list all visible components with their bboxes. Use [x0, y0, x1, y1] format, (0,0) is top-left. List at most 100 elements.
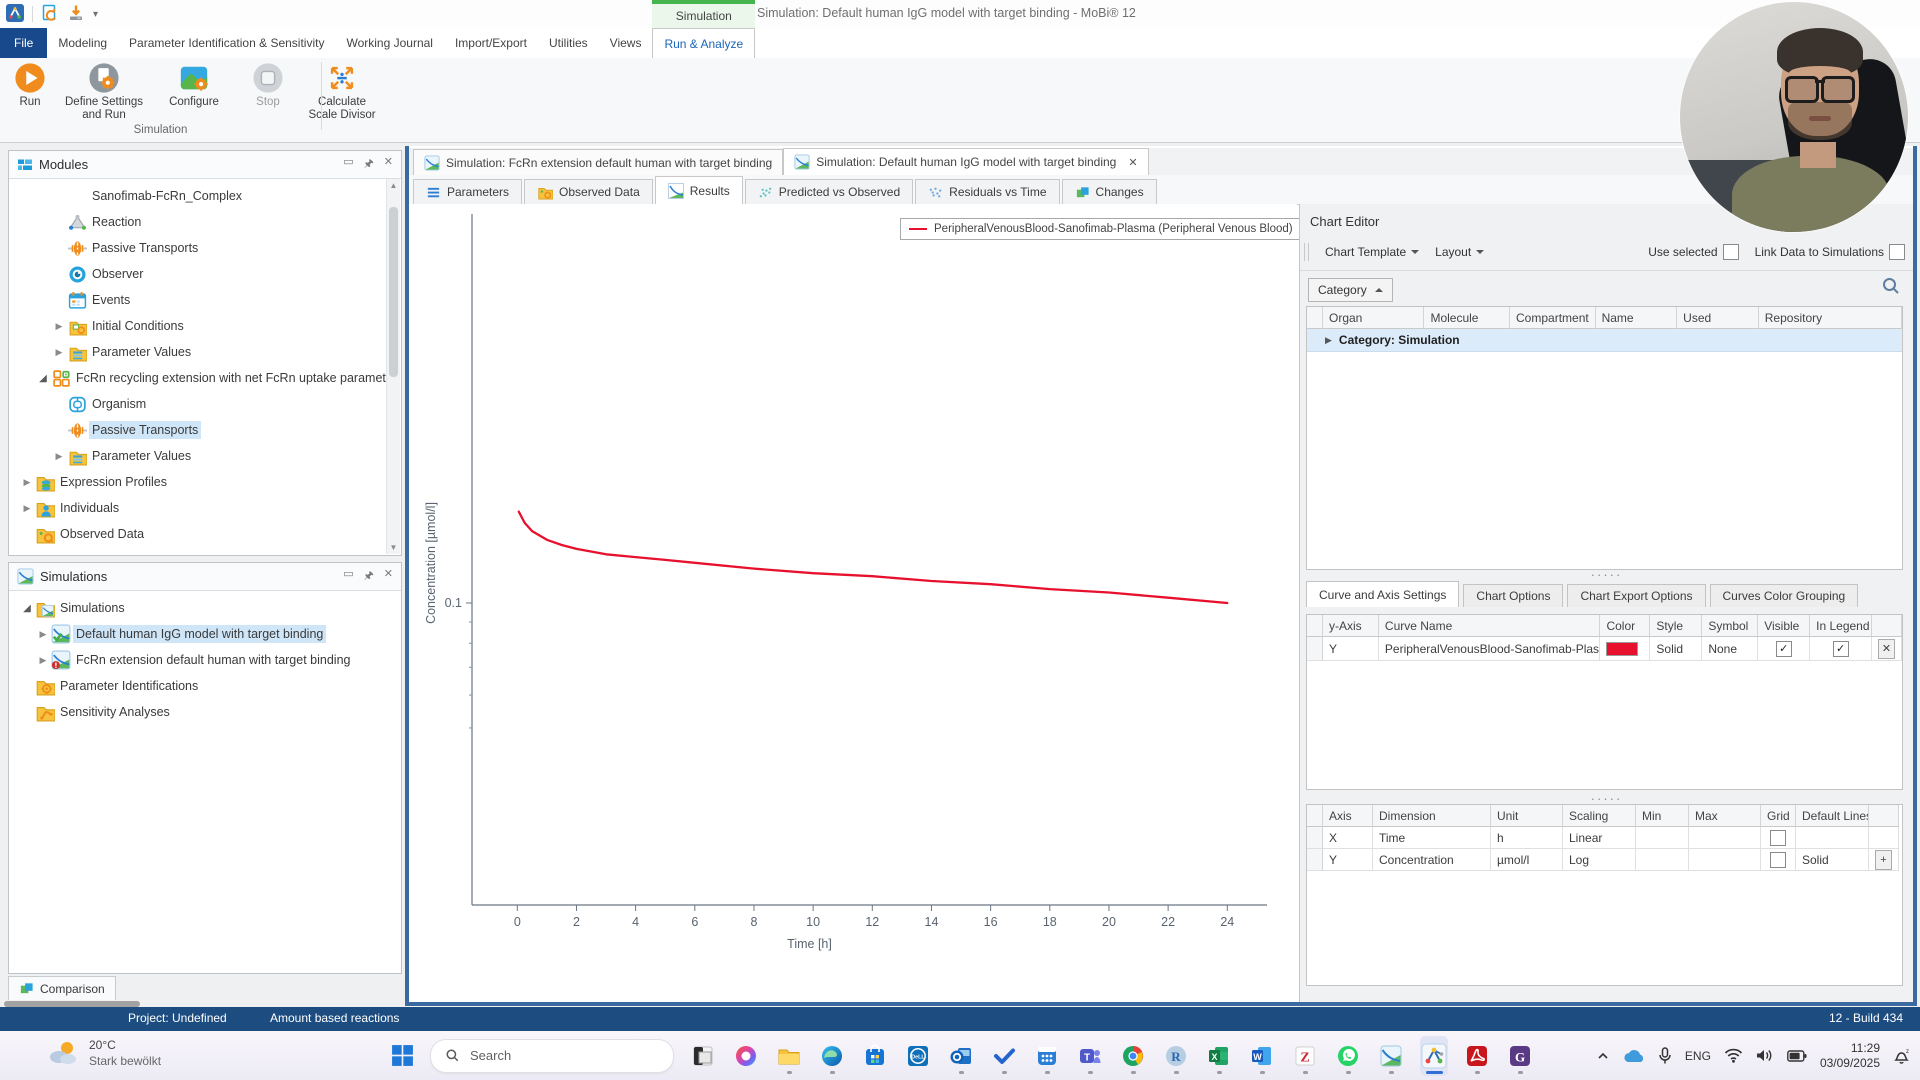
taskbar-app-mobi[interactable] — [1420, 1035, 1448, 1076]
taskbar-app-r-app[interactable]: R — [1162, 1036, 1190, 1076]
tree-item[interactable]: ◢ Simulations — [9, 595, 401, 621]
tree-item[interactable]: ▶ Initial Conditions — [9, 313, 401, 339]
ribbon-tab-file[interactable]: File — [0, 28, 48, 58]
taskbar-search-box[interactable]: Search — [430, 1038, 674, 1073]
collapse-icon[interactable]: ◢ — [37, 373, 49, 384]
color-swatch[interactable] — [1606, 641, 1639, 656]
tree-item[interactable]: ▶ Parameter Values — [9, 339, 401, 365]
axis-row[interactable]: X Time h Linear — [1307, 827, 1902, 849]
tree-item[interactable]: Reaction — [9, 209, 401, 235]
document-tab[interactable]: Simulation: FcRn extension default human… — [413, 149, 784, 175]
expand-icon[interactable]: ▶ — [53, 347, 65, 358]
view-tab-changes[interactable]: Changes — [1061, 179, 1157, 204]
taskbar-app-zotero[interactable]: Z — [1291, 1036, 1319, 1076]
axis-row[interactable]: Y Concentration µmol/l Log Solid + — [1307, 849, 1902, 871]
panel-restore-icon[interactable]: ▭ — [343, 567, 353, 586]
view-tab-observed-data[interactable]: Observed Data — [524, 179, 653, 204]
checkbox[interactable] — [1770, 829, 1786, 846]
qat-customize-icon[interactable]: ▾ — [93, 9, 98, 20]
taskbar-app-copilot[interactable] — [732, 1036, 760, 1076]
ribbon-tab-views[interactable]: Views — [599, 28, 653, 58]
collapse-icon[interactable]: ◢ — [21, 603, 33, 614]
view-tab-parameters[interactable]: Parameters — [413, 179, 523, 204]
tree-item[interactable]: Passive Transports — [9, 235, 401, 261]
define-settings-button[interactable]: Define Settings and Run — [62, 60, 146, 122]
panel-pin-icon[interactable]: 🖈 — [364, 567, 374, 586]
tree-item[interactable]: ▶ FcRn extension default human with targe… — [9, 647, 401, 673]
editor-tab-curve-and-axis-settings[interactable]: Curve and Axis Settings — [1306, 581, 1460, 607]
taskbar-app-chrome[interactable] — [1119, 1036, 1147, 1076]
windows-start-button[interactable] — [390, 1043, 415, 1068]
expand-icon[interactable]: ▶ — [1325, 335, 1332, 346]
configure-button[interactable]: Configure — [152, 60, 236, 109]
group-row-category-simulation[interactable]: ▶ Category: Simulation — [1307, 329, 1902, 352]
tree-item[interactable]: ▶ Parameter Values — [9, 443, 401, 469]
tray-chevron-up-icon[interactable] — [1596, 1049, 1610, 1063]
mobi-app-button[interactable] — [6, 3, 24, 25]
concentration-time-chart[interactable]: 0 2 4 6 8 10 12 14 16 18 20 22 24Time [h]0.1 — [409, 204, 1297, 1004]
link-data-checkbox[interactable] — [1889, 244, 1905, 260]
taskbar-app-word[interactable]: W — [1248, 1036, 1276, 1076]
tree-item[interactable]: Events — [9, 287, 401, 313]
expand-icon[interactable]: ▶ — [53, 451, 65, 462]
use-selected-checkbox[interactable] — [1722, 244, 1739, 260]
view-tab-results[interactable]: Results — [654, 176, 743, 204]
taskbar-app-desktop[interactable] — [689, 1036, 717, 1076]
microphone-icon[interactable] — [1658, 1046, 1672, 1065]
chart-template-dropdown[interactable]: Chart Template — [1325, 245, 1420, 259]
expand-icon[interactable]: ▶ — [21, 477, 33, 488]
axes-grid[interactable]: Axis Dimension Unit Scaling Min Max Grid Defaul… — [1306, 804, 1903, 986]
curves-grid[interactable]: y-Axis Curve Name Color Style Symbol Visible I… — [1306, 614, 1903, 790]
tree-item[interactable]: Parameter Identifications — [9, 673, 401, 699]
tree-item[interactable]: Organism — [9, 391, 401, 417]
volume-icon[interactable] — [1756, 1048, 1774, 1063]
ribbon-tab-utilities[interactable]: Utilities — [538, 28, 599, 58]
calculate-scale-divisor-button[interactable]: Calculate Scale Divisor — [300, 60, 384, 122]
expand-icon[interactable]: ▶ — [37, 655, 49, 666]
panel-pin-icon[interactable]: 🖈 — [364, 155, 374, 174]
language-indicator[interactable]: ENG — [1685, 1049, 1711, 1063]
curve-row[interactable]: Y PeripheralVenousBlood-Sanofimab-Plasma … — [1307, 637, 1902, 661]
panel-close-icon[interactable]: ✕ — [384, 155, 393, 174]
taskbar-app-excel[interactable]: X — [1205, 1036, 1233, 1076]
panel-restore-icon[interactable]: ▭ — [343, 155, 353, 174]
ribbon-tab-working-journal[interactable]: Working Journal — [335, 28, 443, 58]
taskbar-app-grid-app[interactable] — [1033, 1036, 1061, 1076]
layout-dropdown[interactable]: Layout — [1435, 245, 1485, 259]
wifi-icon[interactable] — [1724, 1048, 1743, 1063]
taskbar-app-todo[interactable] — [990, 1036, 1018, 1076]
taskbar-app-edge[interactable] — [818, 1036, 846, 1076]
ribbon-tab-run-analyze[interactable]: Run & Analyze — [652, 28, 756, 58]
scroll-up-icon[interactable]: ▲ — [387, 179, 400, 192]
tree-item[interactable]: Passive Transports — [9, 417, 401, 443]
taskbar-app-dell[interactable]: DeLL — [904, 1036, 932, 1076]
panel-close-icon[interactable]: ✕ — [384, 567, 393, 586]
taskbar-app-outlook[interactable] — [947, 1036, 975, 1076]
run-button[interactable]: Run — [4, 60, 56, 109]
modules-scrollbar[interactable]: ▲ ▼ — [386, 179, 400, 554]
ribbon-tab-modeling[interactable]: Modeling — [47, 28, 118, 58]
editor-tab-curves-color-grouping[interactable]: Curves Color Grouping — [1709, 584, 1859, 607]
tree-item[interactable]: ▶ Default human IgG model with target bin… — [9, 621, 401, 647]
battery-icon[interactable] — [1787, 1049, 1807, 1062]
search-icon[interactable] — [1881, 276, 1901, 296]
onedrive-icon[interactable] — [1623, 1048, 1645, 1063]
taskbar-app-pksim[interactable] — [1377, 1036, 1405, 1076]
taskbar-app-whatsapp[interactable] — [1334, 1036, 1362, 1076]
tree-item[interactable]: Sanofimab-FcRn_Complex — [9, 183, 401, 209]
expand-icon[interactable]: ▶ — [37, 629, 49, 640]
view-tab-predicted-vs-observed[interactable]: Predicted vs Observed — [744, 179, 914, 204]
taskbar-app-gimp[interactable]: G — [1506, 1036, 1534, 1076]
document-tab[interactable]: Simulation: Default human IgG model with… — [783, 148, 1149, 175]
tree-item[interactable]: Observer — [9, 261, 401, 287]
scroll-down-icon[interactable]: ▼ — [387, 541, 400, 554]
ribbon-tab-parameter-identification-sensitivity[interactable]: Parameter Identification & Sensitivity — [118, 28, 335, 58]
editor-tab-chart-options[interactable]: Chart Options — [1463, 584, 1564, 607]
comparison-tab[interactable]: Comparison — [8, 976, 116, 1000]
taskbar-app-explorer[interactable] — [775, 1036, 803, 1076]
view-tab-residuals-vs-time[interactable]: Residuals vs Time — [915, 179, 1060, 204]
delete-curve-button[interactable]: ✕ — [1878, 638, 1895, 659]
checkbox[interactable]: ✓ — [1775, 640, 1792, 657]
taskbar-weather-widget[interactable]: 20°C Stark bewölkt — [46, 1037, 161, 1069]
checkbox[interactable] — [1770, 851, 1786, 868]
